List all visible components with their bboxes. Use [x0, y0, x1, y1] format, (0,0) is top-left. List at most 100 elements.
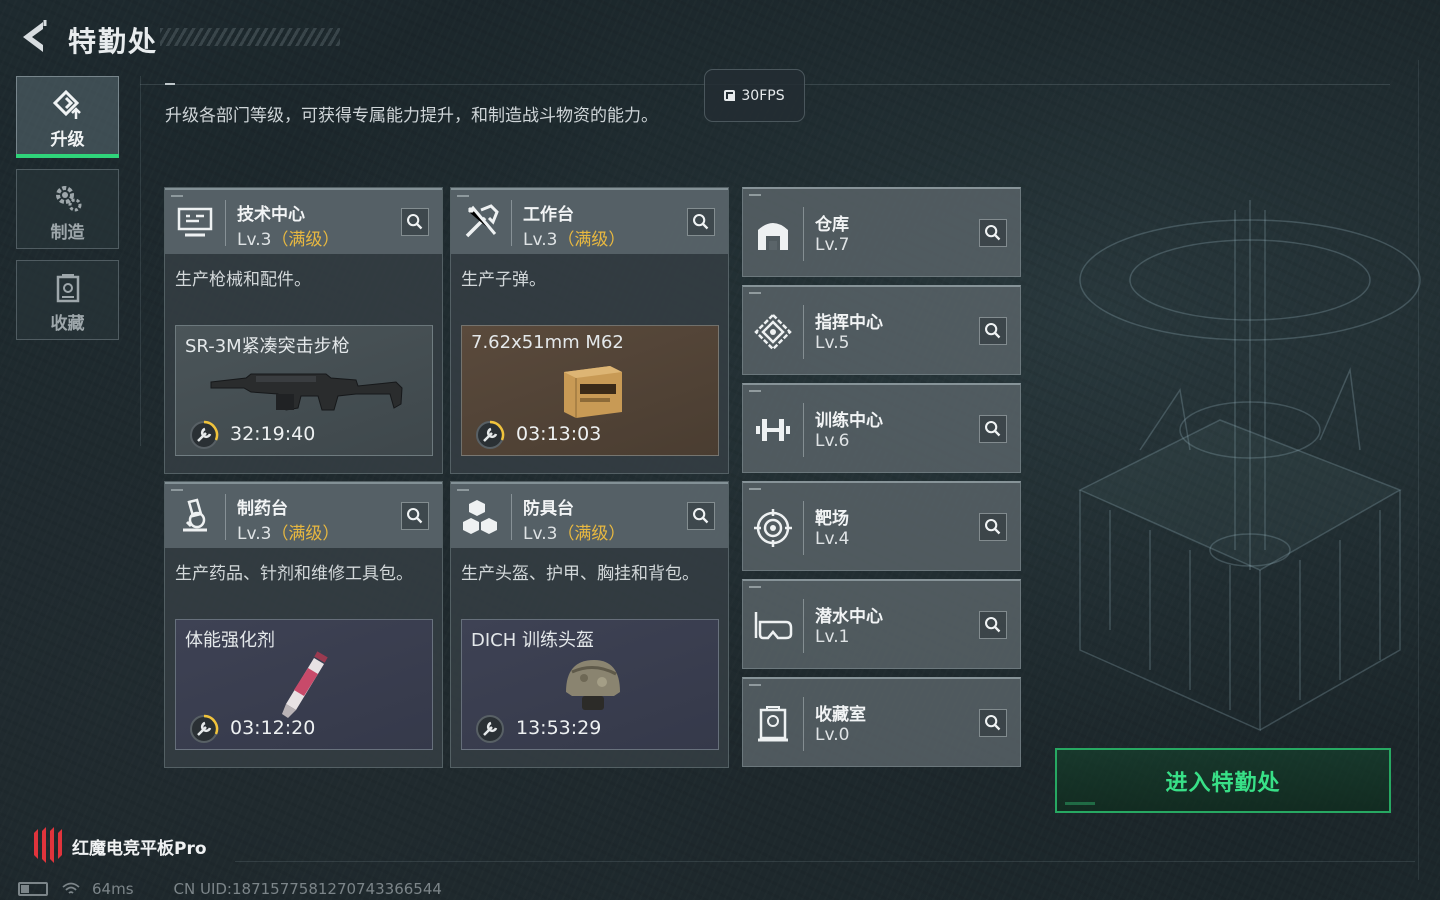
target-icon — [754, 509, 792, 547]
wrench-timer-icon — [190, 714, 219, 743]
separator — [803, 599, 804, 653]
user-uid: CN UID:1871577581270743366544 — [173, 880, 442, 898]
search-icon[interactable] — [979, 513, 1007, 541]
production-slot[interactable]: SR-3M紧凑突击步枪 32:19:40 — [175, 325, 433, 456]
injector-image — [282, 651, 328, 718]
max-level-tag: （满级） — [557, 230, 626, 250]
search-icon[interactable] — [687, 208, 715, 236]
card-name: 指挥中心 — [815, 313, 883, 333]
card-header: 工作台 Lv.3（满级） — [451, 188, 728, 254]
production-slot[interactable]: 体能强化剂 03:12:20 — [175, 619, 433, 750]
rifle-image — [210, 373, 403, 411]
department-card-shooting-range[interactable]: 靶场 Lv.4 — [742, 481, 1021, 571]
fps-label: 30FPS — [741, 87, 785, 104]
collection-room-icon — [758, 706, 788, 742]
card-header: 防具台 Lv.3（满级） — [451, 482, 728, 548]
search-icon[interactable] — [401, 208, 429, 236]
separator — [803, 207, 804, 261]
product-name: 7.62x51mm M62 — [471, 332, 624, 353]
department-card-tech-center[interactable]: 技术中心 Lv.3（满级） 生产枪械和配件。 SR-3M紧凑突击步枪 32:19… — [164, 187, 443, 474]
nav-collection[interactable]: 收藏 — [16, 260, 119, 340]
fps-icon — [724, 90, 736, 101]
search-icon[interactable] — [687, 502, 715, 530]
department-card-warehouse[interactable]: 仓库 Lv.7 — [742, 187, 1021, 277]
department-card-armor[interactable]: 防具台 Lv.3（满级） 生产头盔、护甲、胸挂和背包。 DICH 训练头盔 13… — [450, 481, 729, 768]
max-level-tag: （满级） — [557, 524, 626, 544]
facility-wireframe — [1078, 200, 1421, 732]
wifi-icon — [62, 882, 80, 894]
max-level-tag: （满级） — [271, 230, 340, 250]
separator — [225, 494, 226, 540]
search-icon[interactable] — [979, 219, 1007, 247]
card-name: 防具台 — [523, 499, 574, 519]
diving-mask-icon — [754, 612, 793, 640]
production-slot[interactable]: DICH 训练头盔 13:53:29 — [461, 619, 719, 750]
nav-label: 收藏 — [50, 314, 85, 334]
upgrade-icon — [52, 89, 81, 119]
card-header: 制药台 Lv.3（满级） — [165, 482, 442, 548]
search-icon[interactable] — [979, 611, 1007, 639]
card-description: 生产头盔、护甲、胸挂和背包。 — [461, 564, 699, 584]
card-name: 技术中心 — [237, 205, 305, 225]
collection-icon — [56, 274, 79, 303]
battery-icon — [18, 882, 48, 896]
separator — [803, 501, 804, 555]
nav-label: 制造 — [50, 223, 85, 243]
department-card-pharmacy[interactable]: 制药台 Lv.3（满级） 生产药品、针剂和维修工具包。 体能强化剂 03:12:… — [164, 481, 443, 768]
search-icon[interactable] — [979, 317, 1007, 345]
divider-vertical — [140, 76, 141, 446]
back-arrow-icon[interactable] — [16, 18, 50, 56]
separator — [511, 494, 512, 540]
fps-badge[interactable]: 30FPS — [704, 69, 805, 122]
department-card-collection-room[interactable]: 收藏室 Lv.0 — [742, 677, 1021, 767]
card-description: 生产子弹。 — [461, 270, 546, 290]
status-bar: 64ms CN UID:1871577581270743366544 — [18, 880, 442, 898]
department-card-training-center[interactable]: 训练中心 Lv.6 — [742, 383, 1021, 473]
production-slot[interactable]: 7.62x51mm M62 03:13:03 — [461, 325, 719, 456]
product-name: 体能强化剂 — [185, 630, 275, 651]
card-name: 工作台 — [523, 205, 574, 225]
wrench-timer-icon — [190, 420, 219, 449]
computer-icon — [177, 207, 213, 237]
brand-text: 红魔电竞平板Pro — [72, 838, 207, 859]
wrench-timer-icon — [476, 420, 505, 449]
separator — [225, 200, 226, 246]
max-level-tag: （满级） — [271, 524, 340, 544]
dumbbell-icon — [756, 419, 790, 441]
wrench-timer-icon — [476, 715, 504, 743]
department-card-command-center[interactable]: 指挥中心 Lv.5 — [742, 285, 1021, 375]
department-card-workbench[interactable]: 工作台 Lv.3（满级） 生产子弹。 7.62x51mm M62 03:13:0… — [450, 187, 729, 474]
search-icon[interactable] — [979, 415, 1007, 443]
nav-upgrade[interactable]: 升级 — [16, 76, 119, 158]
divider-dash — [165, 83, 175, 85]
ammo-box-image — [564, 366, 622, 418]
card-name: 训练中心 — [815, 411, 883, 431]
card-level: Lv.7 — [815, 235, 850, 255]
nav-manufacture[interactable]: 制造 — [16, 169, 119, 249]
card-level: Lv.0 — [815, 725, 850, 745]
search-icon[interactable] — [401, 502, 429, 530]
card-level: Lv.3（满级） — [237, 524, 340, 544]
warehouse-icon — [758, 223, 788, 250]
department-card-diving-center[interactable]: 潜水中心 Lv.1 — [742, 579, 1021, 669]
card-level: Lv.3（满级） — [523, 230, 626, 250]
armor-blocks-icon — [463, 500, 497, 534]
separator — [511, 200, 512, 246]
divider — [235, 861, 1415, 862]
microscope-icon — [183, 498, 207, 532]
card-level: Lv.3（满级） — [523, 524, 626, 544]
enter-special-ops-button[interactable]: 进入特勤处 — [1055, 748, 1391, 813]
search-icon[interactable] — [979, 709, 1007, 737]
card-name: 潜水中心 — [815, 607, 883, 627]
card-name: 收藏室 — [815, 705, 866, 725]
card-name: 仓库 — [815, 215, 849, 235]
production-timer: 03:12:20 — [230, 717, 316, 739]
card-header: 技术中心 Lv.3（满级） — [165, 188, 442, 254]
divider-vertical — [1418, 60, 1419, 880]
tools-icon — [465, 204, 499, 238]
product-name: SR-3M紧凑突击步枪 — [185, 336, 350, 357]
card-description: 生产枪械和配件。 — [175, 270, 311, 290]
card-name: 靶场 — [815, 509, 849, 529]
ping-value: 64ms — [92, 880, 134, 898]
production-timer: 32:19:40 — [230, 423, 316, 445]
